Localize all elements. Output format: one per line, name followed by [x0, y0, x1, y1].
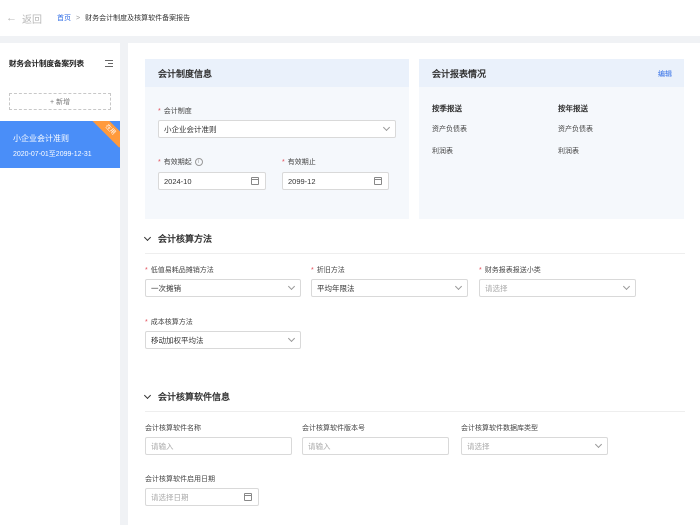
chevron-down-icon [287, 334, 296, 343]
report-subtype-label: * 财务报表报送小类 [479, 267, 541, 274]
report-subtype-placeholder: 请选择 [485, 283, 508, 293]
software-start-date-placeholder: 请选择日期 [151, 492, 189, 502]
software-start-date-picker[interactable]: 请选择日期 [145, 488, 259, 506]
arrow-left-icon: ← [6, 12, 17, 24]
chevron-down-icon [594, 440, 603, 449]
policy-date-range: 2020-07-01至2099-12-31 [13, 151, 92, 158]
breadcrumb: 首页 > 财务会计制度及核算软件备案报告 [57, 13, 190, 23]
start-date-value: 2024-10 [164, 176, 192, 186]
database-type-label: 会计核算软件数据库类型 [461, 425, 538, 432]
chevron-down-icon [143, 391, 152, 399]
end-date-picker[interactable]: 2099-12 [282, 172, 389, 190]
policy-system-value: 小企业会计准则 [164, 124, 217, 134]
chevron-down-icon [287, 282, 296, 291]
software-version-input[interactable]: 请输入 [302, 437, 449, 455]
policy-system-label: * 会计制度 [158, 108, 192, 115]
collapse-menu-icon[interactable] [105, 59, 113, 68]
amortization-label: * 低值易耗品摊销方法 [145, 267, 214, 274]
sidebar: 财务会计制度备案列表 + 新增 小企业会计准则 2020-07-01至2099-… [0, 43, 120, 525]
database-type-placeholder: 请选择 [467, 441, 490, 451]
start-date-label: * 有效期起 i [158, 157, 203, 167]
main-content: 会计制度信息 * 会计制度 小企业会计准则 * 有效期起 i 2024-10 * 有效期… [128, 43, 700, 525]
accounting-method-title: 会计核算方法 [158, 234, 213, 244]
annual-report-item: 利润表 [558, 148, 579, 155]
database-type-select[interactable]: 请选择 [461, 437, 608, 455]
policy-info-title: 会计制度信息 [145, 59, 409, 87]
depreciation-label: * 折旧方法 [311, 267, 345, 274]
end-date-value: 2099-12 [288, 176, 316, 186]
quarterly-report-item: 利润表 [432, 148, 453, 155]
breadcrumb-separator: > [76, 14, 81, 22]
calendar-icon [244, 493, 252, 501]
amortization-value: 一次摊销 [151, 283, 181, 293]
software-name-input[interactable]: 请输入 [145, 437, 292, 455]
breadcrumb-current: 财务会计制度及核算软件备案报告 [85, 15, 191, 22]
software-name-label: 会计核算软件名称 [145, 425, 201, 432]
depreciation-select[interactable]: 平均年限法 [311, 279, 468, 297]
chevron-down-icon [454, 282, 463, 291]
costing-label: * 成本核算方法 [145, 319, 193, 326]
divider [145, 411, 685, 412]
software-version-label: 会计核算软件版本号 [302, 425, 365, 432]
report-info-panel: 会计报表情况 编辑 按季报送 资产负债表 利润表 按年报送 资产负债表 利润表 [419, 59, 684, 219]
software-info-title: 会计核算软件信息 [158, 392, 231, 402]
annual-report-item: 资产负债表 [558, 126, 593, 133]
calendar-icon [374, 177, 382, 185]
calendar-icon [251, 177, 259, 185]
divider [145, 253, 685, 254]
info-icon[interactable]: i [194, 158, 203, 167]
report-subtype-select[interactable]: 请选择 [479, 279, 636, 297]
chevron-down-icon [143, 233, 152, 241]
back-button[interactable]: ← 返回 [6, 11, 42, 26]
costing-value: 移动加权平均法 [151, 335, 204, 345]
breadcrumb-home[interactable]: 首页 [57, 13, 71, 23]
chevron-down-icon [382, 123, 391, 132]
annual-title: 按年报送 [558, 104, 588, 113]
back-label: 返回 [22, 14, 42, 26]
top-bar: ← 返回 首页 > 财务会计制度及核算软件备案报告 [0, 0, 700, 36]
software-start-date-label: 会计核算软件启用日期 [145, 476, 215, 483]
chevron-down-icon [622, 282, 631, 291]
end-date-label: * 有效期止 [282, 159, 316, 166]
software-version-placeholder: 请输入 [308, 441, 331, 451]
policy-list-item[interactable]: 小企业会计准则 2020-07-01至2099-12-31 在用 [0, 121, 120, 168]
edit-link[interactable]: 编辑 [658, 69, 672, 79]
accounting-method-section-toggle[interactable]: 会计核算方法 [143, 232, 213, 245]
report-info-title: 会计报表情况 [419, 59, 684, 87]
software-name-placeholder: 请输入 [151, 441, 174, 451]
quarterly-title: 按季报送 [432, 104, 462, 113]
depreciation-value: 平均年限法 [317, 283, 355, 293]
policy-name: 小企业会计准则 [13, 134, 69, 143]
costing-select[interactable]: 移动加权平均法 [145, 331, 301, 349]
start-date-picker[interactable]: 2024-10 [158, 172, 266, 190]
policy-system-select[interactable]: 小企业会计准则 [158, 120, 396, 138]
sidebar-header: 财务会计制度备案列表 [9, 58, 113, 69]
sidebar-title: 财务会计制度备案列表 [9, 59, 84, 68]
amortization-select[interactable]: 一次摊销 [145, 279, 301, 297]
status-badge: 在用 [92, 121, 120, 148]
quarterly-report-item: 资产负债表 [432, 126, 467, 133]
software-section-toggle[interactable]: 会计核算软件信息 [143, 390, 231, 403]
policy-info-panel: 会计制度信息 * 会计制度 小企业会计准则 * 有效期起 i 2024-10 * 有效期… [145, 59, 409, 219]
add-button[interactable]: + 新增 [9, 93, 111, 110]
